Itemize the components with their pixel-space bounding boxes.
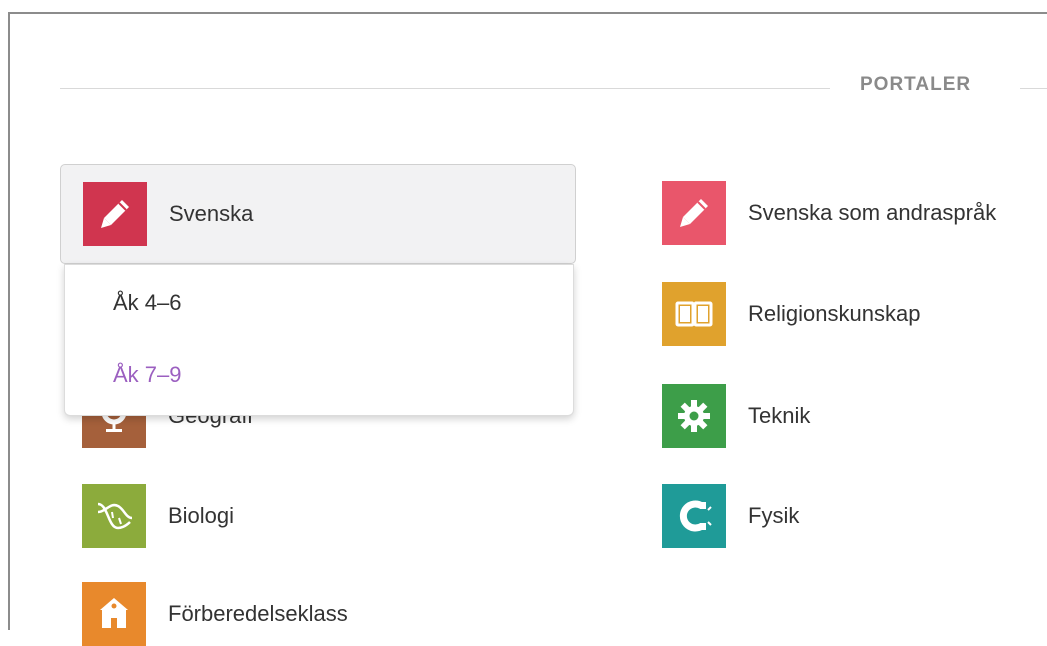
subject-label-svenska: Svenska xyxy=(169,201,254,226)
pencil-icon xyxy=(101,200,129,228)
heading-divider-left xyxy=(60,88,830,89)
dropdown-option-ak-7-9[interactable]: Åk 7–9 xyxy=(113,362,182,388)
subject-item-biologi[interactable]: Biologi xyxy=(82,484,234,548)
subject-label-religion: Religionskunskap xyxy=(748,301,921,326)
pencil-icon xyxy=(680,199,708,227)
subject-item-svenska-som-andrasprak[interactable]: Svenska som andraspråk xyxy=(662,181,996,245)
fysik-tile xyxy=(662,484,726,548)
subject-label-teknik: Teknik xyxy=(748,403,811,428)
subject-item-fysik[interactable]: Fysik xyxy=(662,484,799,548)
subject-label-biologi: Biologi xyxy=(168,503,235,528)
heading-divider-right xyxy=(1020,88,1047,89)
teknik-tile xyxy=(662,384,726,448)
magnet-icon xyxy=(679,500,712,532)
school-icon xyxy=(100,598,128,628)
subject-item-religionskunskap[interactable]: Religionskunskap xyxy=(662,282,920,346)
dna-icon xyxy=(97,502,133,530)
subject-label-sva: Svenska som andraspråk xyxy=(748,200,997,225)
dropdown-option-ak-4-6[interactable]: Åk 4–6 xyxy=(113,290,182,316)
subject-item-teknik[interactable]: Teknik xyxy=(662,384,810,448)
book-icon xyxy=(675,301,713,327)
grade-dropdown-menu: Åk 4–6 Åk 7–9 xyxy=(64,264,574,416)
religion-tile xyxy=(662,282,726,346)
subject-label-forberedelseklass: Förberedelseklass xyxy=(168,601,348,626)
svenska-tile xyxy=(83,182,147,246)
gear-icon xyxy=(678,400,710,432)
sva-tile xyxy=(662,181,726,245)
subject-item-svenska[interactable]: Svenska xyxy=(60,164,576,264)
subject-item-forberedelseklass[interactable]: Förberedelseklass xyxy=(82,582,348,646)
forberedelseklass-tile xyxy=(82,582,146,646)
biologi-tile xyxy=(82,484,146,548)
section-heading: PORTALER xyxy=(860,74,972,95)
subject-label-fysik: Fysik xyxy=(748,503,800,528)
